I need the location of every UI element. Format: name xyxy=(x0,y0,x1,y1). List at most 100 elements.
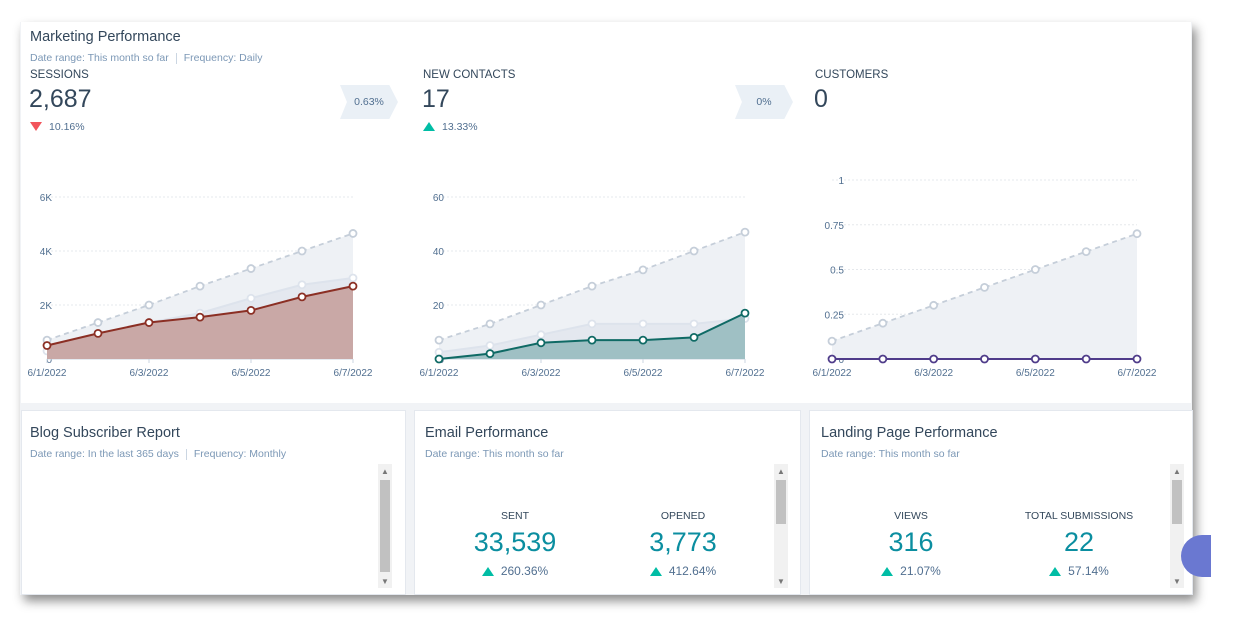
arrow-up-icon xyxy=(1049,567,1062,576)
metric-label-sent: SENT xyxy=(500,510,529,522)
data-point xyxy=(348,273,358,283)
series-area-dashed xyxy=(832,233,1137,359)
arrow-up-icon xyxy=(481,567,494,576)
data-point xyxy=(195,312,205,322)
metric-change-opened: 412.64% xyxy=(603,564,763,578)
data-point xyxy=(144,300,154,310)
x-tick-label: 6/5/2022 xyxy=(1016,368,1055,379)
y-tick-label: 40 xyxy=(433,247,445,258)
x-tick-label: 6/3/2022 xyxy=(130,368,169,379)
data-point xyxy=(536,338,546,348)
scroll-up-icon[interactable]: ▲ xyxy=(1173,467,1181,476)
data-point xyxy=(827,354,837,364)
data-point xyxy=(587,335,597,345)
metric-label-views: VIEWS xyxy=(894,510,928,522)
x-tick-label: 6/7/2022 xyxy=(1118,368,1157,379)
data-point xyxy=(246,293,256,303)
data-point xyxy=(929,300,939,310)
metric-label-opened: OPENED xyxy=(660,510,706,522)
x-tick-label: 6/3/2022 xyxy=(914,368,953,379)
data-point xyxy=(740,308,750,318)
card-title: Landing Page Performance xyxy=(821,425,998,441)
data-point xyxy=(740,227,750,237)
data-point xyxy=(434,335,444,345)
metric-value-sent: 33,539 xyxy=(473,527,557,557)
x-tick-label: 6/1/2022 xyxy=(28,368,67,379)
scrollbar-thumb[interactable] xyxy=(1172,480,1182,524)
y-tick-label: 0.5 xyxy=(830,266,844,277)
scrollbar-thumb[interactable] xyxy=(776,480,786,524)
data-point xyxy=(980,282,989,292)
data-point xyxy=(348,229,358,238)
data-point xyxy=(1132,229,1142,239)
data-point xyxy=(434,354,444,364)
data-point xyxy=(827,336,837,346)
data-point xyxy=(1030,265,1040,274)
data-point xyxy=(929,354,939,364)
blog-scrollbar[interactable]: ▲ ▼ xyxy=(378,464,392,588)
card-title: Email Performance xyxy=(425,425,549,441)
data-point xyxy=(638,319,648,329)
x-tick-label: 6/1/2022 xyxy=(813,368,852,379)
data-point xyxy=(1132,354,1142,364)
arrow-up-icon xyxy=(649,567,662,576)
landing-scrollbar[interactable]: ▲ ▼ xyxy=(1170,464,1184,588)
arrow-up-icon xyxy=(881,567,894,576)
metric-value-views: 316 xyxy=(888,527,934,557)
date-range: Date range: This month so far xyxy=(821,448,960,460)
x-tick-label: 6/7/2022 xyxy=(726,368,765,379)
x-tick-label: 6/7/2022 xyxy=(334,368,373,379)
x-tick-label: 6/1/2022 xyxy=(420,368,459,379)
scroll-up-icon[interactable]: ▲ xyxy=(381,467,389,476)
metric-value-opened: 3,773 xyxy=(649,527,717,557)
metric-change-sent: 260.36% xyxy=(435,564,595,578)
data-point xyxy=(1030,354,1040,364)
data-point xyxy=(638,335,648,345)
date-range: Date range: This month so far xyxy=(425,448,564,460)
metric-change-total-submissions: 57.14% xyxy=(999,564,1159,578)
data-point xyxy=(195,281,205,291)
y-tick-label: 6K xyxy=(40,193,53,204)
data-point xyxy=(980,354,989,364)
data-point xyxy=(587,319,597,329)
data-point xyxy=(93,328,103,338)
data-point xyxy=(878,354,888,364)
data-point xyxy=(587,281,597,291)
y-tick-label: 60 xyxy=(433,193,445,204)
data-point xyxy=(297,246,307,256)
data-point xyxy=(246,264,256,273)
frequency: Frequency: Monthly xyxy=(193,448,287,460)
card-subtitle: Date range: In the last 365 days Frequenc… xyxy=(30,448,286,460)
data-point xyxy=(42,341,52,350)
y-tick-label: 4K xyxy=(40,247,53,258)
y-tick-label: 2K xyxy=(40,301,53,312)
metric-value-total-submissions: 22 xyxy=(1063,527,1095,557)
scroll-down-icon[interactable]: ▼ xyxy=(1173,577,1181,586)
x-tick-label: 6/3/2022 xyxy=(522,368,561,379)
scrollbar-thumb[interactable] xyxy=(380,480,390,572)
data-point xyxy=(485,341,495,350)
scroll-up-icon[interactable]: ▲ xyxy=(777,467,785,476)
data-point xyxy=(144,318,154,327)
data-point xyxy=(297,292,307,302)
data-point xyxy=(1081,247,1091,257)
scroll-down-icon[interactable]: ▼ xyxy=(381,577,389,586)
metric-change-views: 21.07% xyxy=(831,564,991,578)
y-tick-label: 0.25 xyxy=(825,310,845,321)
data-point xyxy=(348,281,358,291)
data-point xyxy=(878,318,888,328)
y-tick-label: 1 xyxy=(838,176,844,187)
email-scrollbar[interactable]: ▲ ▼ xyxy=(774,464,788,588)
data-point xyxy=(689,246,699,256)
scroll-down-icon[interactable]: ▼ xyxy=(777,577,785,586)
y-tick-label: 20 xyxy=(433,301,445,312)
data-point xyxy=(536,300,546,310)
data-point xyxy=(638,265,648,275)
data-point xyxy=(1081,354,1091,364)
card-title: Blog Subscriber Report xyxy=(30,425,180,441)
data-point xyxy=(297,280,307,290)
data-point xyxy=(689,319,699,329)
data-point xyxy=(485,349,495,359)
data-point xyxy=(536,330,546,340)
data-point xyxy=(93,318,103,327)
